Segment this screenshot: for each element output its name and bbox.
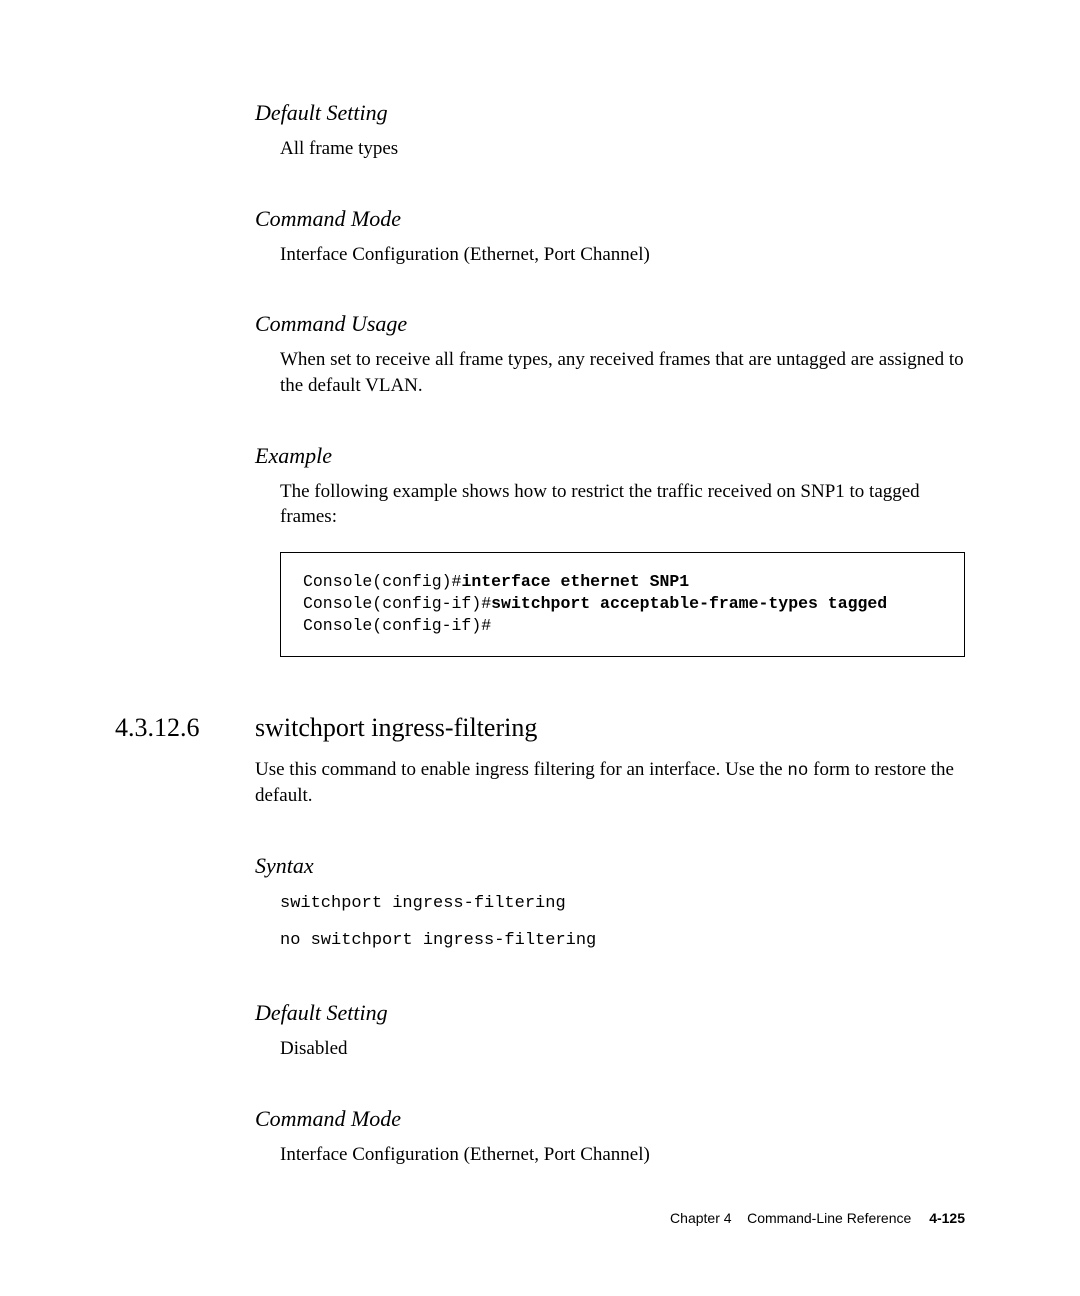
default-setting-text-1: All frame types bbox=[280, 136, 965, 162]
page-footer: Chapter 4 Command-Line Reference 4-125 bbox=[670, 1210, 965, 1226]
desc-text-part1: Use this command to enable ingress filte… bbox=[255, 759, 787, 780]
code-line-2: Console(config-if)#switchport acceptable… bbox=[303, 593, 942, 615]
code-line-3: Console(config-if)# bbox=[303, 615, 942, 637]
command-usage-text: When set to receive all frame types, any… bbox=[280, 347, 965, 398]
code-prompt: Console(config)# bbox=[303, 572, 461, 591]
section-header-row: 4.3.12.6 switchport ingress-filtering bbox=[115, 713, 965, 743]
desc-mono: no bbox=[787, 761, 808, 781]
default-setting-heading-1: Default Setting bbox=[255, 100, 965, 126]
footer-title: Command-Line Reference bbox=[747, 1210, 911, 1226]
footer-page-number: 4-125 bbox=[929, 1210, 965, 1226]
section-number: 4.3.12.6 bbox=[115, 713, 255, 743]
code-command: interface ethernet SNP1 bbox=[461, 572, 689, 591]
default-setting-heading-2: Default Setting bbox=[255, 1000, 965, 1026]
section-title: switchport ingress-filtering bbox=[255, 713, 537, 743]
default-setting-text-2: Disabled bbox=[280, 1036, 965, 1062]
example-heading: Example bbox=[255, 443, 965, 469]
command-mode-heading-2: Command Mode bbox=[255, 1106, 965, 1132]
example-code-box: Console(config)#interface ethernet SNP1 … bbox=[280, 552, 965, 657]
code-command: switchport acceptable-frame-types tagged bbox=[491, 594, 887, 613]
page-content: Default Setting All frame types Command … bbox=[0, 0, 1080, 1296]
command-mode-text-1: Interface Configuration (Ethernet, Port … bbox=[280, 242, 965, 268]
command-mode-text-2: Interface Configuration (Ethernet, Port … bbox=[280, 1142, 965, 1168]
syntax-line-2: no switchport ingress-filtering bbox=[280, 926, 965, 957]
example-intro: The following example shows how to restr… bbox=[280, 479, 965, 530]
code-prompt: Console(config-if)# bbox=[303, 594, 491, 613]
command-mode-heading-1: Command Mode bbox=[255, 206, 965, 232]
command-usage-heading: Command Usage bbox=[255, 311, 965, 337]
section-description: Use this command to enable ingress filte… bbox=[255, 757, 965, 809]
syntax-heading: Syntax bbox=[255, 853, 965, 879]
syntax-line-1: switchport ingress-filtering bbox=[280, 889, 965, 920]
footer-chapter: Chapter 4 bbox=[670, 1210, 731, 1226]
code-line-1: Console(config)#interface ethernet SNP1 bbox=[303, 571, 942, 593]
